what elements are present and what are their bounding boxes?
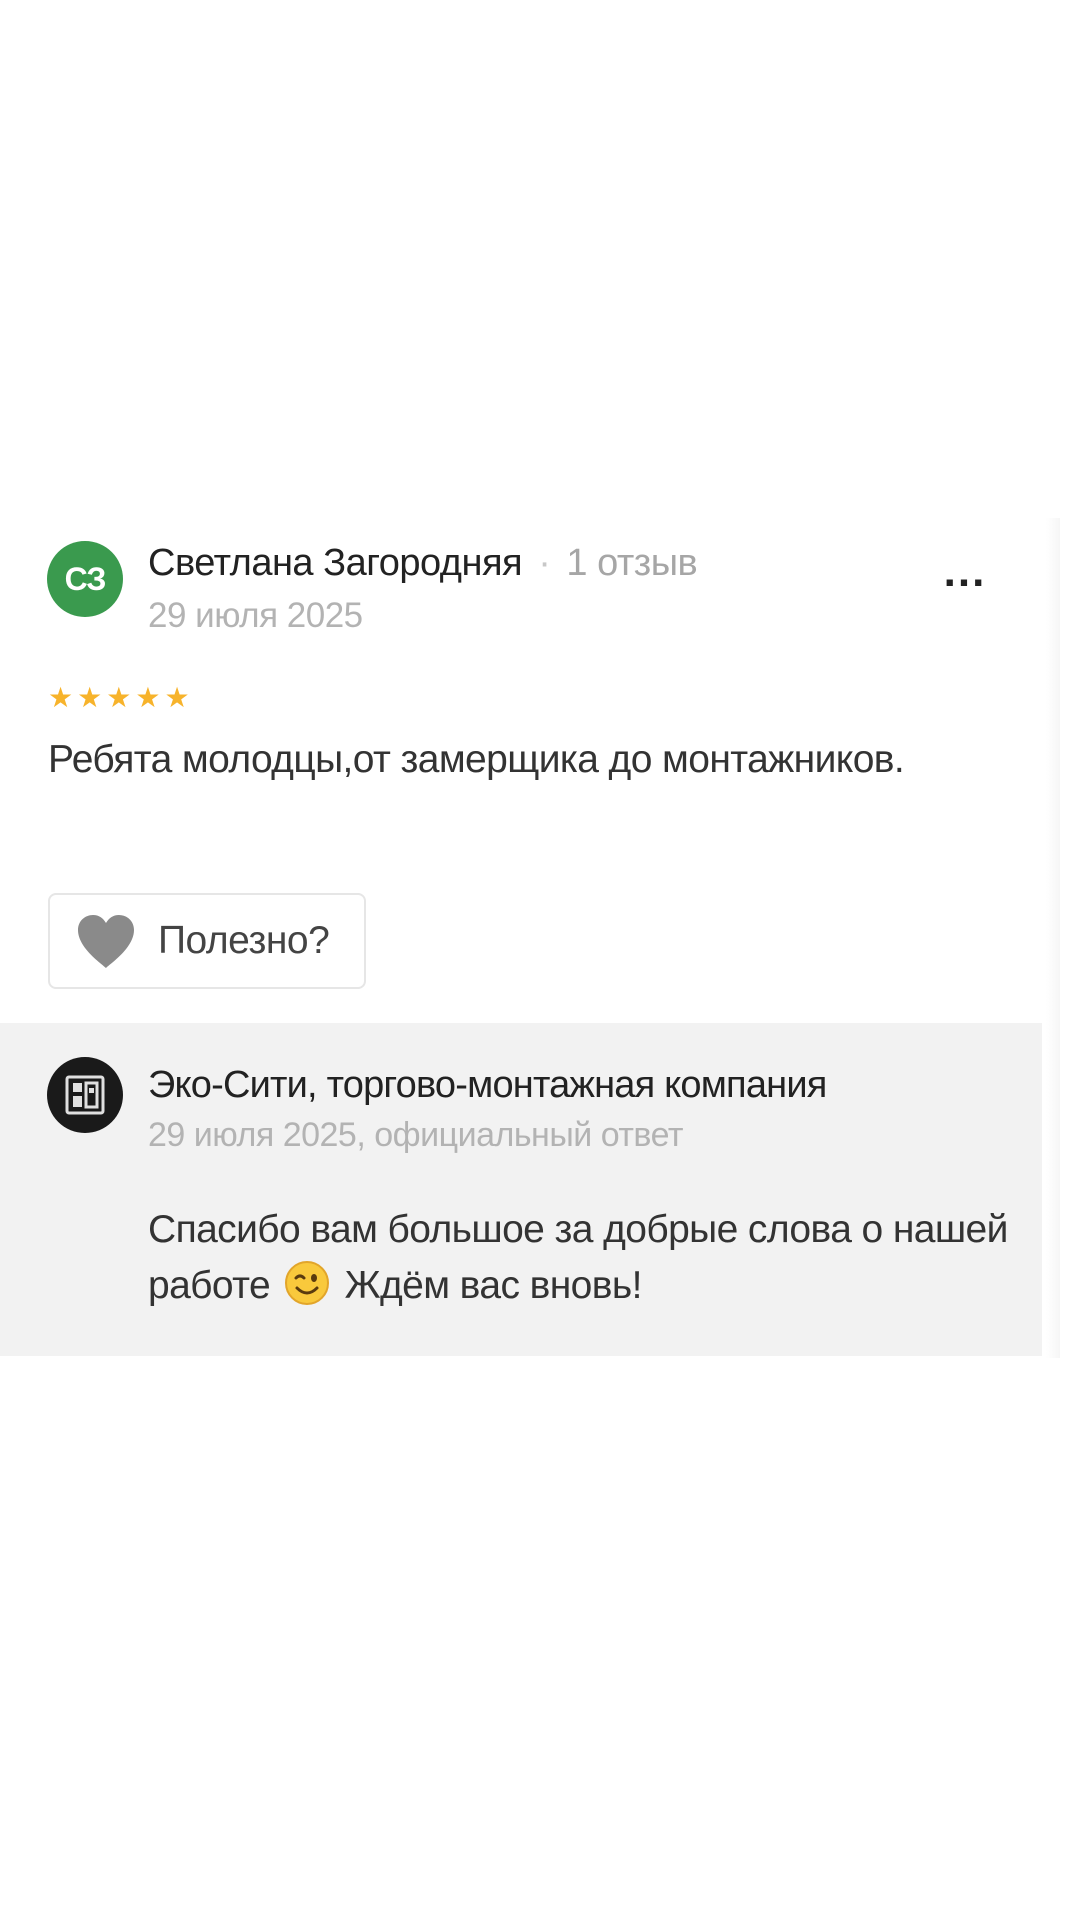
star-icon: ★ [164,682,190,713]
review-text: Ребята молодцы,от замерщика до монтажник… [48,738,905,781]
reply-text-part: Ждём вас вновь! [344,1264,643,1307]
reply-text: Спасибо вам большое за добрые слова о на… [148,1202,1008,1314]
company-logo-icon[interactable] [47,1057,123,1133]
reply-meta: 29 июля 2025, официальный ответ [148,1116,683,1154]
review-date: 29 июля 2025 [148,596,363,635]
star-icon: ★ [48,682,74,713]
author-review-count: 1 отзыв [566,542,698,584]
author-line: Светлана Загородняя · 1 отзыв [148,542,698,585]
rating-stars: ★ ★ ★ ★ ★ [48,683,190,713]
wink-emoji-icon [285,1261,330,1305]
heart-icon [78,915,134,968]
company-name[interactable]: Эко-Сити, торгово-монтажная компания [148,1064,827,1107]
avatar[interactable]: СЗ [47,541,123,617]
star-icon: ★ [135,682,161,713]
avatar-initials: СЗ [64,560,107,597]
helpful-button[interactable]: Полезно? [48,893,366,989]
helpful-label: Полезно? [158,919,330,962]
more-options-button[interactable]: ... [935,547,995,596]
star-icon: ★ [106,682,132,713]
card-edge [1046,518,1060,1358]
star-icon: ★ [77,682,103,713]
author-name[interactable]: Светлана Загородняя [148,542,523,584]
company-logo-graphic [65,1075,105,1115]
author-separator: · [538,542,551,584]
